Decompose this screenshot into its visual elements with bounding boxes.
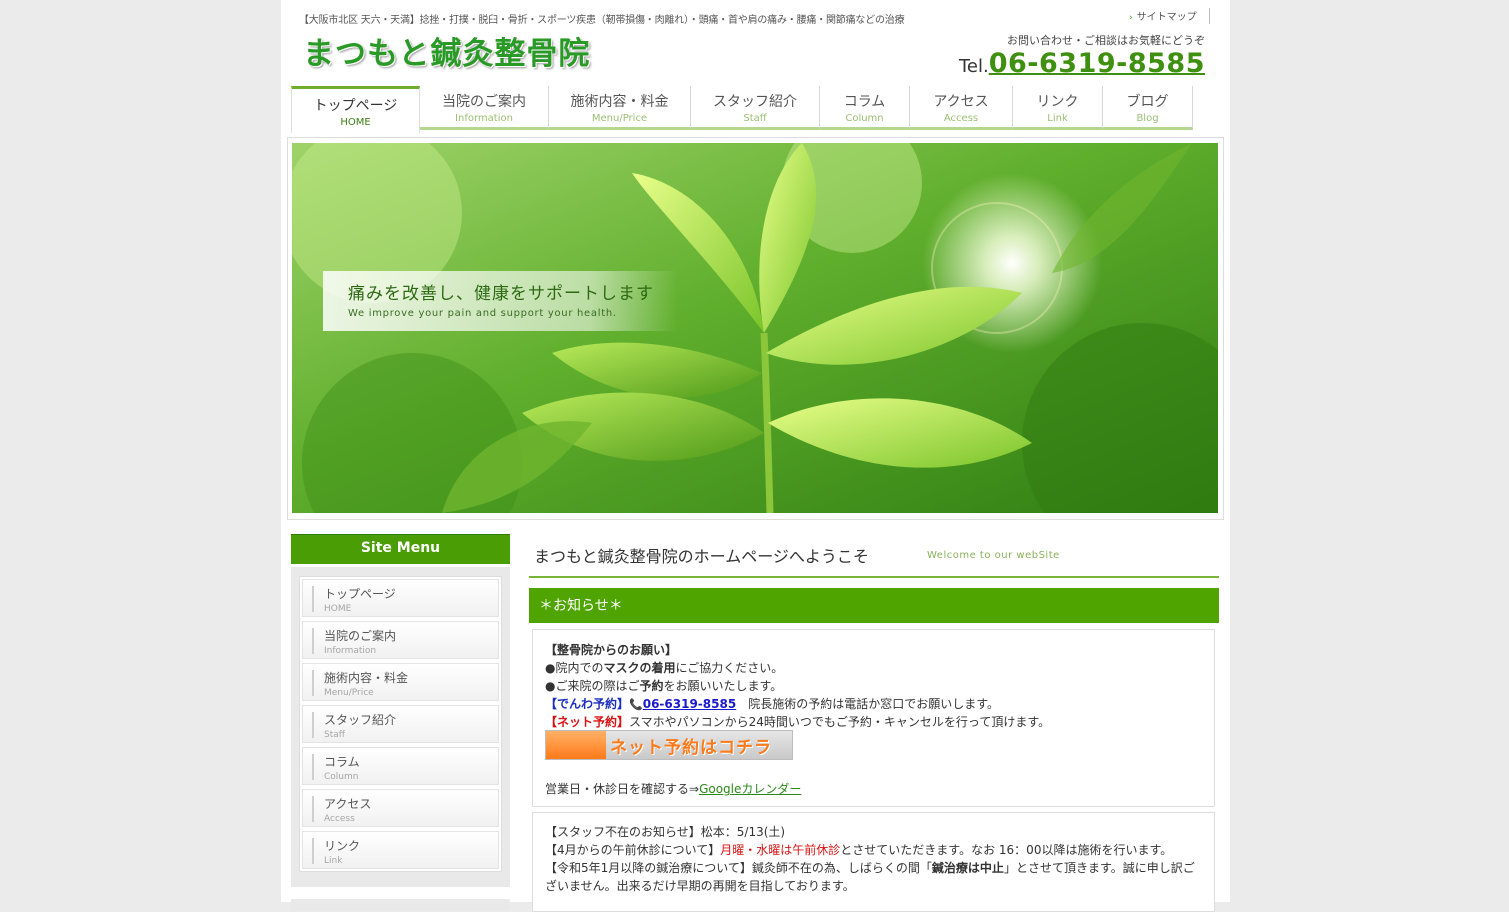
sidebar-item-sublabel: Staff <box>324 730 345 740</box>
header-phone: Tel.06-6319-8585 <box>959 48 1205 79</box>
sidebar-item-sublabel: Access <box>324 814 355 824</box>
nav-item-staff[interactable]: スタッフ紹介 Staff <box>691 86 820 130</box>
sidebar-menu: トップページ HOME 当院のご案内 Information 施術内容・料金 M… <box>291 567 510 887</box>
notice-net-reservation: 【ネット予約】スマホやパソコンから24時間いつでもご予約・キャンセルを行って頂け… <box>545 715 1051 729</box>
sidebar-item-access[interactable]: アクセス Access <box>302 789 499 827</box>
phone-icon: 📞 <box>629 698 643 711</box>
sidebar: Site Menu トップページ HOME 当院のご案内 Information… <box>291 534 510 911</box>
chevron-right-icon: › <box>1129 13 1133 23</box>
nav-sublabel: Column <box>845 113 884 124</box>
nav-label: 施術内容・料金 <box>570 94 669 110</box>
global-nav: トップページ HOME 当院のご案内 Information 施術内容・料金 M… <box>291 86 1193 133</box>
sidebar-item-link[interactable]: リンク Link <box>302 831 499 869</box>
news-title: ＊お知らせ＊ <box>529 588 1219 623</box>
notice-mask: ●院内でのマスクの着用にご協力ください。 <box>545 661 784 675</box>
notice-phone-link[interactable]: 06-6319-8585 <box>643 697 736 711</box>
sidebar-item-label: スタッフ紹介 <box>324 713 397 727</box>
main-content: まつもと鍼灸整骨院のホームページへようこそ Welcome to our web… <box>529 534 1219 912</box>
sidebar-item-staff[interactable]: スタッフ紹介 Staff <box>302 705 499 743</box>
calendar-line: 営業日・休診日を確認する⇒Googleカレンダー <box>545 782 802 796</box>
nav-sublabel: Blog <box>1136 113 1159 124</box>
nav-label: コラム <box>843 94 886 110</box>
sidebar-next-block <box>291 899 510 911</box>
contact-note: お問い合わせ・ご相談はお気軽にどうぞ <box>1007 34 1205 47</box>
hero-title: 痛みを改善し、健康をサポートします <box>348 284 654 304</box>
tel-number-link[interactable]: 06-6319-8585 <box>989 48 1205 79</box>
nav-label: リンク <box>1036 94 1079 110</box>
sidebar-item-column[interactable]: コラム Column <box>302 747 499 785</box>
site-logo[interactable]: まつもと鍼灸整骨院 <box>303 28 590 73</box>
nav-sublabel: HOME <box>340 117 371 128</box>
hero-caption: 痛みを改善し、健康をサポートします We improve your pain a… <box>323 271 678 331</box>
nav-sublabel: Staff <box>743 113 767 124</box>
nav-item-column[interactable]: コラム Column <box>820 86 910 130</box>
acupuncture-notice-cont: ざいません。出来るだけ早期の再開を目指しております。 <box>545 879 855 893</box>
sidebar-item-home[interactable]: トップページ HOME <box>302 579 499 617</box>
sidebar-item-label: 当院のご案内 <box>324 629 397 643</box>
staff-absence-notice: 【スタッフ不在のお知らせ】松本：5/13(土) <box>545 825 786 839</box>
nav-label: トップページ <box>313 98 398 114</box>
sitemap-label: サイトマップ <box>1136 12 1197 23</box>
sidebar-title: Site Menu <box>291 534 510 564</box>
hero-banner: 痛みを改善し、健康をサポートします We improve your pain a… <box>287 137 1224 520</box>
sidebar-item-sublabel: Menu/Price <box>324 688 374 698</box>
net-reservation-button-label: ネット予約はコチラ <box>610 738 772 758</box>
nav-sublabel: Information <box>455 113 513 124</box>
sidebar-item-label: トップページ <box>324 587 396 601</box>
notice-phone-reservation: 【でんわ予約】📞06-6319-8585 院長施術の予約は電話か窓口でお願いしま… <box>545 697 1000 711</box>
sidebar-item-sublabel: Column <box>324 772 359 782</box>
net-reservation-button[interactable]: ネット予約はコチラ <box>545 730 793 760</box>
header-tagline: 【大阪市北区 天六・天満】捻挫・打撲・脱臼・骨折・スポーツ疾患（靭帯損傷・肉離れ… <box>299 15 905 26</box>
acupuncture-notice: 【令和5年1月以降の鍼治療について】鍼灸師不在の為、しばらくの間「鍼治療は中止」… <box>545 861 1195 875</box>
notice-box-2: 【スタッフ不在のお知らせ】松本：5/13(土) 【4月からの午前休診について】月… <box>532 812 1215 912</box>
nav-item-access[interactable]: アクセス Access <box>910 86 1013 130</box>
nav-label: 当院のご案内 <box>442 94 526 110</box>
nav-item-link[interactable]: リンク Link <box>1013 86 1103 130</box>
tel-prefix: Tel. <box>958 56 989 77</box>
button-accent <box>546 731 606 759</box>
sitemap-link[interactable]: › サイトマップ <box>1129 8 1210 24</box>
nav-item-blog[interactable]: ブログ Blog <box>1103 86 1193 130</box>
nav-label: ブログ <box>1126 94 1169 110</box>
welcome-title: まつもと鍼灸整骨院のホームページへようこそ <box>534 547 869 566</box>
notice-reservation: ●ご来院の際はご予約をお願いいたします。 <box>545 679 783 693</box>
sidebar-item-sublabel: HOME <box>324 604 352 614</box>
morning-closure-notice: 【4月からの午前休診について】月曜・水曜は午前休診とさせていただきます。なお 1… <box>545 843 1173 857</box>
nav-item-menu-price[interactable]: 施術内容・料金 Menu/Price <box>549 86 691 130</box>
google-calendar-link[interactable]: Googleカレンダー <box>699 782 801 796</box>
hero-subtitle: We improve your pain and support your he… <box>348 308 617 319</box>
sidebar-item-label: コラム <box>324 755 360 769</box>
nav-sublabel: Menu/Price <box>591 113 648 124</box>
page: 【大阪市北区 天六・天満】捻挫・打撲・脱臼・骨折・スポーツ疾患（靭帯損傷・肉離れ… <box>281 0 1230 912</box>
sidebar-item-label: アクセス <box>324 797 372 811</box>
nav-sublabel: Link <box>1047 113 1068 124</box>
notice-heading: 【整骨院からのお願い】 <box>545 643 678 657</box>
nav-item-home[interactable]: トップページ HOME <box>291 86 420 133</box>
nav-label: アクセス <box>933 94 989 110</box>
sidebar-item-information[interactable]: 当院のご案内 Information <box>302 621 499 659</box>
sidebar-item-label: 施術内容・料金 <box>324 671 409 685</box>
sidebar-item-sublabel: Information <box>324 646 377 656</box>
nav-item-information[interactable]: 当院のご案内 Information <box>420 86 549 130</box>
welcome-heading: まつもと鍼灸整骨院のホームページへようこそ Welcome to our web… <box>529 534 1219 578</box>
notice-box: 【整骨院からのお願い】 ●院内でのマスクの着用にご協力ください。 ●ご来院の際は… <box>532 629 1215 807</box>
sidebar-item-sublabel: Link <box>324 856 343 866</box>
sidebar-item-menu-price[interactable]: 施術内容・料金 Menu/Price <box>302 663 499 701</box>
nav-label: スタッフ紹介 <box>713 94 797 110</box>
welcome-subtitle: Welcome to our webSite <box>927 550 1060 561</box>
sidebar-item-label: リンク <box>324 839 361 853</box>
nav-sublabel: Access <box>943 113 979 124</box>
